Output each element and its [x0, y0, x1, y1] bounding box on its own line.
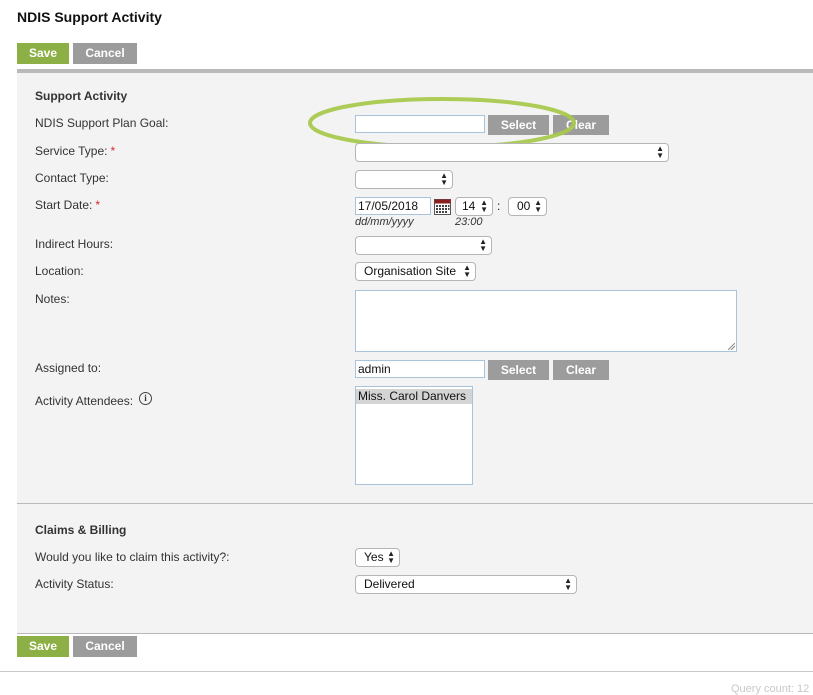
location-label: Location:: [35, 264, 84, 278]
location-select[interactable]: Organisation Site ▲ ▼: [355, 262, 476, 281]
select-arrows-icon: ▲ ▼: [656, 144, 664, 160]
select-arrows-icon: ▲ ▼: [564, 576, 572, 592]
calendar-icon[interactable]: [434, 198, 451, 215]
assigned-clear-button[interactable]: Clear: [553, 360, 609, 380]
time-format-hint: 23:00: [455, 216, 483, 228]
required-marker: *: [110, 144, 116, 158]
start-hour-select[interactable]: 14 ▲ ▼: [455, 197, 493, 216]
select-arrows-icon: ▲ ▼: [480, 198, 488, 214]
activity-status-select[interactable]: Delivered ▲ ▼: [355, 575, 577, 594]
select-arrows-icon: ▲ ▼: [463, 263, 471, 279]
service-type-label: Service Type: *: [35, 144, 116, 158]
claim-select[interactable]: Yes ▲ ▼: [355, 548, 400, 567]
attendees-listbox[interactable]: Miss. Carol Danvers: [355, 386, 473, 485]
start-minute-select[interactable]: 00 ▲ ▼: [508, 197, 547, 216]
support-activity-heading: Support Activity: [35, 89, 128, 103]
contact-type-label: Contact Type:: [35, 171, 109, 185]
indirect-hours-label: Indirect Hours:: [35, 237, 114, 251]
save-button-bottom[interactable]: Save: [17, 636, 69, 657]
resize-handle-icon[interactable]: [728, 343, 735, 350]
attendees-label: Activity Attendees:: [35, 394, 134, 408]
claims-billing-heading: Claims & Billing: [35, 523, 127, 537]
claim-label: Would you like to claim this activity?:: [35, 550, 230, 564]
save-button-top[interactable]: Save: [17, 43, 69, 64]
assigned-select-button[interactable]: Select: [488, 360, 549, 380]
select-arrows-icon: ▲ ▼: [479, 237, 487, 253]
claims-billing-panel: [17, 503, 813, 634]
notes-label: Notes:: [35, 292, 70, 306]
info-icon[interactable]: i: [139, 392, 152, 405]
select-arrows-icon: ▲ ▼: [440, 171, 448, 187]
start-date-label: Start Date: *: [35, 198, 101, 212]
page-title: NDIS Support Activity: [17, 9, 162, 25]
required-marker: *: [95, 198, 101, 212]
attendee-option[interactable]: Miss. Carol Danvers: [356, 389, 472, 404]
start-date-input[interactable]: 17/05/2018: [355, 197, 431, 215]
select-arrows-icon: ▲ ▼: [534, 198, 542, 214]
cancel-button-bottom[interactable]: Cancel: [73, 636, 137, 657]
assigned-to-label: Assigned to:: [35, 361, 102, 375]
notes-textarea[interactable]: [355, 290, 737, 352]
query-count: Query count: 12: [731, 683, 810, 695]
indirect-hours-select[interactable]: ▲ ▼: [355, 236, 492, 255]
assigned-to-input[interactable]: admin: [355, 360, 485, 378]
select-arrows-icon: ▲ ▼: [387, 549, 395, 565]
activity-status-label: Activity Status:: [35, 577, 114, 591]
date-format-hint: dd/mm/yyyy: [355, 216, 414, 228]
service-type-select[interactable]: ▲ ▼: [355, 143, 669, 162]
cancel-button-top[interactable]: Cancel: [73, 43, 137, 64]
footer-divider: [0, 671, 813, 672]
time-separator: :: [497, 199, 501, 213]
goal-label: NDIS Support Plan Goal:: [35, 116, 169, 130]
contact-type-select[interactable]: ▲ ▼: [355, 170, 453, 189]
